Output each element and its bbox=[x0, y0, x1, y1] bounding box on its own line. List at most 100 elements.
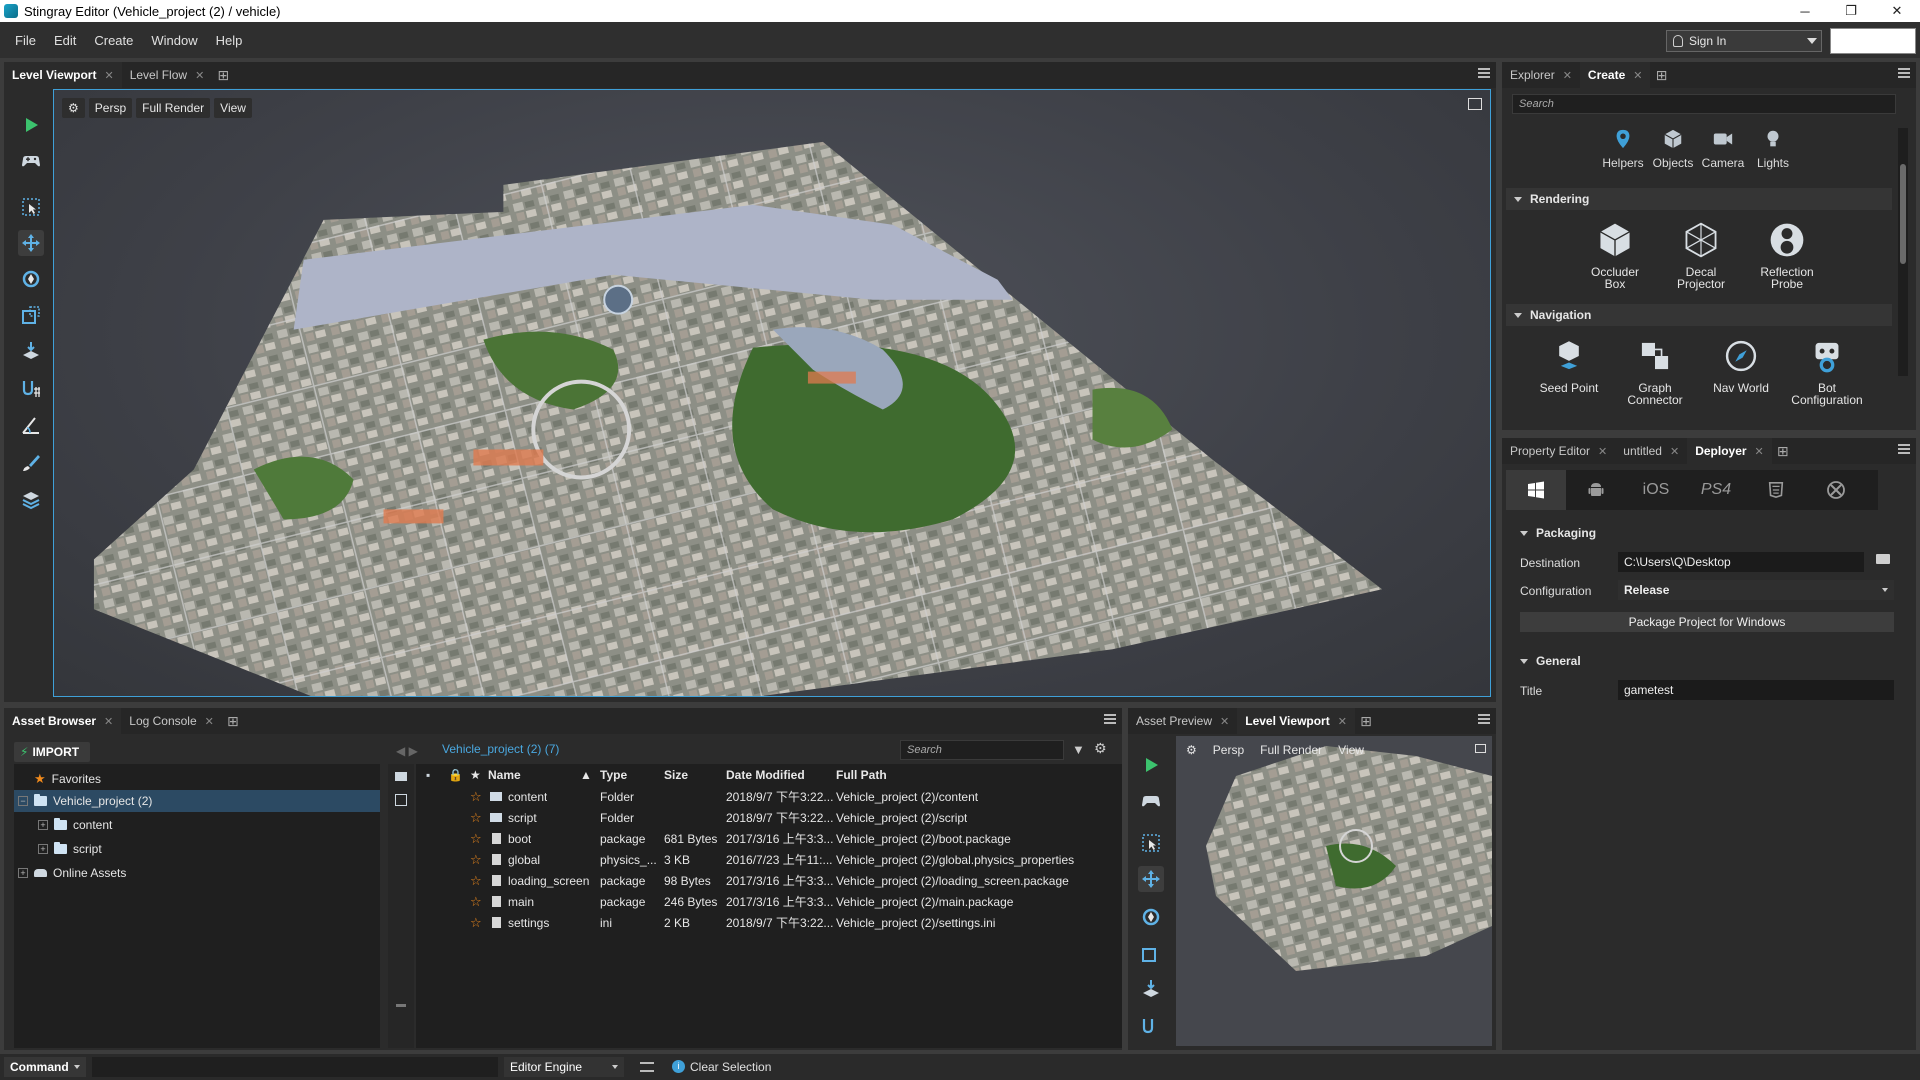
table-row[interactable]: ☆ main package 246 Bytes 2017/3/16 上午3:3… bbox=[416, 891, 1122, 912]
create-occluder-box[interactable]: Occluder Box bbox=[1572, 218, 1658, 290]
create-seed-point[interactable]: Seed Point bbox=[1526, 334, 1612, 394]
column-type[interactable]: Type bbox=[600, 768, 627, 782]
panel-menu-icon[interactable] bbox=[1478, 714, 1490, 724]
close-icon[interactable]: ✕ bbox=[1874, 0, 1920, 22]
snap-grid-icon[interactable] bbox=[1138, 1014, 1164, 1040]
tree-favorites[interactable]: ★ Favorites bbox=[14, 768, 380, 790]
tab-deployer[interactable]: Deployer ✕ bbox=[1687, 438, 1772, 464]
new-asset-icon[interactable] bbox=[395, 794, 407, 806]
maximize-viewport-icon[interactable] bbox=[1475, 744, 1486, 753]
restore-icon[interactable]: ❐ bbox=[1828, 0, 1874, 22]
tab-asset-browser[interactable]: Asset Browser ✕ bbox=[4, 708, 122, 734]
move-tool-icon[interactable] bbox=[1138, 866, 1164, 892]
tab-property-editor[interactable]: Property Editor ✕ bbox=[1502, 438, 1615, 464]
panel-menu-icon[interactable] bbox=[1898, 444, 1910, 454]
table-row[interactable]: ☆ content Folder 2018/9/7 下午3:22... Vehi… bbox=[416, 786, 1122, 807]
close-tab-icon[interactable]: ✕ bbox=[1338, 715, 1347, 728]
ruler-angle-icon[interactable] bbox=[18, 412, 44, 438]
tab-level-viewport[interactable]: Level Viewport ✕ bbox=[4, 62, 122, 88]
windows-icon[interactable] bbox=[1506, 470, 1566, 510]
section-general[interactable]: General bbox=[1512, 650, 1906, 672]
category-camera[interactable]: Camera bbox=[1698, 122, 1748, 170]
engine-dropdown[interactable]: Editor Engine bbox=[504, 1057, 624, 1077]
close-tab-icon[interactable]: ✕ bbox=[104, 715, 113, 728]
current-path[interactable]: Vehicle_project (2) (7) bbox=[442, 742, 559, 756]
section-rendering[interactable]: Rendering bbox=[1506, 188, 1892, 210]
maximize-viewport-icon[interactable] bbox=[1468, 98, 1482, 110]
favorite-star-icon[interactable]: ☆ bbox=[470, 873, 482, 889]
category-lights[interactable]: Lights bbox=[1748, 122, 1798, 170]
column-modified[interactable]: Date Modified bbox=[726, 768, 805, 782]
view-menu-button[interactable]: View bbox=[214, 98, 252, 118]
star-column-icon[interactable]: ★ bbox=[470, 768, 481, 782]
filter-icon[interactable]: ▼ bbox=[1072, 742, 1085, 757]
sort-asc-icon[interactable]: ▲ bbox=[580, 768, 592, 782]
destination-field[interactable]: C:\Users\Q\Desktop bbox=[1618, 552, 1864, 572]
expand-icon[interactable]: + bbox=[38, 820, 48, 830]
render-mode-button[interactable]: Full Render bbox=[1254, 740, 1328, 760]
panel-menu-icon[interactable] bbox=[1104, 714, 1116, 724]
section-packaging[interactable]: Packaging bbox=[1512, 522, 1906, 544]
favorite-star-icon[interactable]: ☆ bbox=[470, 852, 482, 868]
collapse-icon[interactable]: − bbox=[18, 796, 28, 806]
close-tab-icon[interactable]: ✕ bbox=[104, 69, 113, 82]
create-search-input[interactable]: Search bbox=[1512, 94, 1896, 114]
zoom-slider[interactable] bbox=[396, 1004, 406, 1007]
category-helpers[interactable]: Helpers bbox=[1598, 122, 1648, 170]
type-filter-icon[interactable]: ▪ bbox=[426, 768, 430, 782]
gamepad-icon[interactable] bbox=[18, 148, 44, 174]
title-field[interactable]: gametest bbox=[1618, 680, 1894, 700]
create-nav-world[interactable]: Nav World bbox=[1698, 334, 1784, 394]
create-bot-configuration[interactable]: Bot Configuration bbox=[1784, 334, 1870, 406]
scale-tool-icon[interactable] bbox=[18, 302, 44, 328]
tree-script[interactable]: + script bbox=[14, 838, 380, 860]
scale-tool-icon[interactable] bbox=[1138, 940, 1164, 966]
menu-help[interactable]: Help bbox=[207, 33, 252, 48]
menu-create[interactable]: Create bbox=[85, 33, 142, 48]
select-tool-icon[interactable] bbox=[1138, 830, 1164, 856]
close-tab-icon[interactable]: ✕ bbox=[205, 715, 214, 728]
column-name[interactable]: Name bbox=[488, 768, 521, 782]
expand-icon[interactable]: + bbox=[38, 844, 48, 854]
viewport-settings-icon[interactable]: ⚙ bbox=[62, 98, 85, 118]
add-tab-icon[interactable]: ⊞ bbox=[212, 62, 234, 88]
panel-menu-icon[interactable] bbox=[1478, 68, 1490, 78]
nav-back-forward[interactable]: ◀ ▶ bbox=[396, 744, 418, 758]
play-icon[interactable] bbox=[1138, 752, 1164, 778]
table-row[interactable]: ☆ settings ini 2 KB 2018/9/7 下午3:22... V… bbox=[416, 912, 1122, 933]
column-path[interactable]: Full Path bbox=[836, 768, 887, 782]
create-graph-connector[interactable]: Graph Connector bbox=[1612, 334, 1698, 406]
tree-content[interactable]: + content bbox=[14, 814, 380, 836]
scene-viewport[interactable]: ⚙ Persp Full Render View bbox=[53, 89, 1491, 697]
close-tab-icon[interactable]: ✕ bbox=[1670, 445, 1679, 458]
tab-untitled[interactable]: untitled ✕ bbox=[1615, 438, 1687, 464]
render-mode-button[interactable]: Full Render bbox=[136, 98, 211, 118]
close-tab-icon[interactable]: ✕ bbox=[1563, 69, 1572, 82]
menu-window[interactable]: Window bbox=[142, 33, 206, 48]
favorite-star-icon[interactable]: ☆ bbox=[470, 810, 482, 826]
add-tab-icon[interactable]: ⊞ bbox=[1650, 62, 1672, 88]
close-tab-icon[interactable]: ✕ bbox=[1755, 445, 1764, 458]
panel-menu-icon[interactable] bbox=[1898, 68, 1910, 78]
table-row[interactable]: ☆ global physics_... 3 KB 2016/7/23 上午11… bbox=[416, 849, 1122, 870]
section-navigation[interactable]: Navigation bbox=[1506, 304, 1892, 326]
tab-create[interactable]: Create ✕ bbox=[1579, 62, 1651, 88]
add-tab-icon[interactable]: ⊞ bbox=[222, 708, 244, 734]
settings-gear-icon[interactable]: ⚙ bbox=[1094, 740, 1107, 757]
command-dropdown[interactable]: Command bbox=[4, 1057, 86, 1077]
tree-project[interactable]: − Vehicle_project (2) bbox=[14, 790, 380, 812]
rotate-tool-icon[interactable] bbox=[1138, 904, 1164, 930]
tab-log-console[interactable]: Log Console ✕ bbox=[121, 708, 222, 734]
snap-grid-icon[interactable] bbox=[18, 376, 44, 402]
account-box[interactable] bbox=[1830, 28, 1916, 54]
close-tab-icon[interactable]: ✕ bbox=[195, 69, 204, 82]
layers-paint-icon[interactable] bbox=[18, 486, 44, 512]
tab-level-flow[interactable]: Level Flow ✕ bbox=[122, 62, 213, 88]
lock-column-icon[interactable]: 🔒 bbox=[448, 768, 463, 782]
table-row[interactable]: ☆ script Folder 2018/9/7 下午3:22... Vehic… bbox=[416, 807, 1122, 828]
paint-brush-icon[interactable] bbox=[18, 450, 44, 476]
create-decal-projector[interactable]: Decal Projector bbox=[1658, 218, 1744, 290]
table-row[interactable]: ☆ boot package 681 Bytes 2017/3/16 上午3:3… bbox=[416, 828, 1122, 849]
create-scrollbar[interactable] bbox=[1898, 128, 1908, 376]
camera-mode-button[interactable]: Persp bbox=[1207, 740, 1250, 760]
